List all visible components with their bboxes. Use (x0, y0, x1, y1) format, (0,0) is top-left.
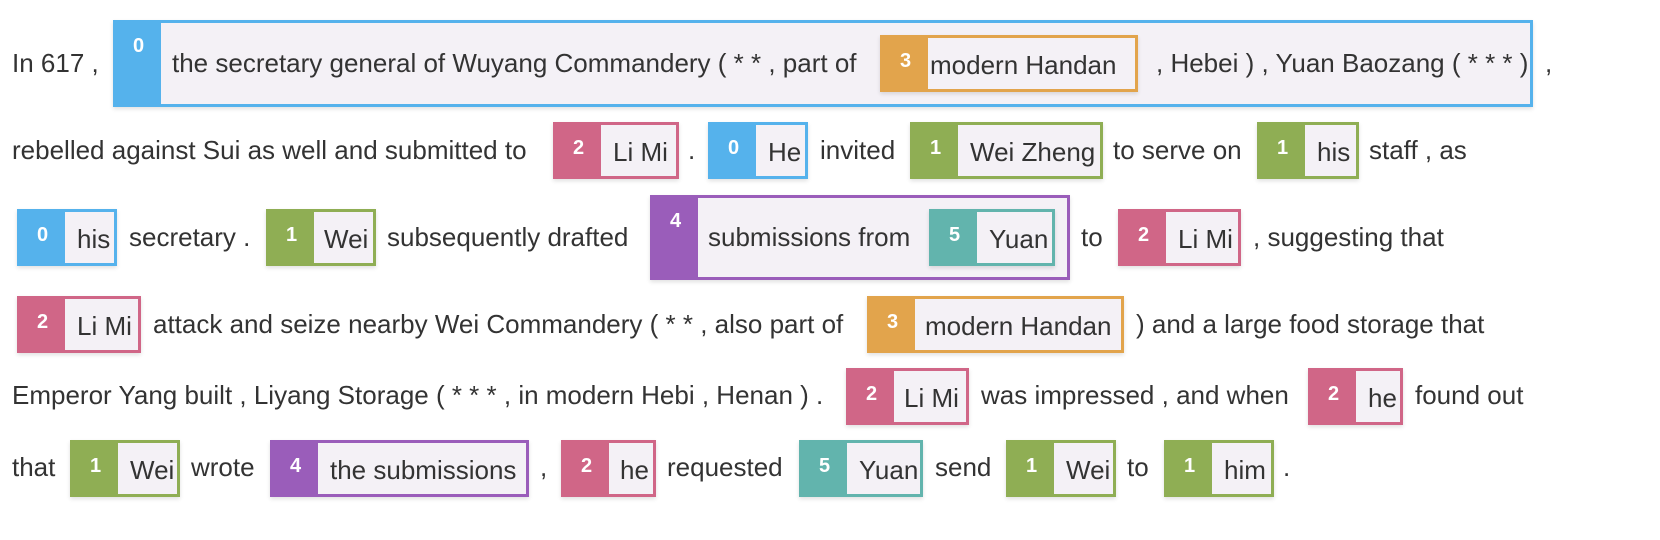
cluster-id-badge: 2 (20, 299, 65, 350)
text-span: Emperor Yang built , Liyang Storage ( * … (12, 380, 824, 410)
mention-cluster-2[interactable]: 2 he (1308, 368, 1403, 425)
text-span: to (1127, 452, 1149, 482)
mention-text: Li Mi (1178, 224, 1233, 254)
cluster-id-badge: 5 (802, 443, 847, 494)
cluster-id-badge: 1 (1167, 443, 1212, 494)
text-span: wrote (191, 452, 255, 482)
mention-cluster-1[interactable]: 1 his (1257, 122, 1359, 179)
mention-cluster-3[interactable]: 3 modern Handan (867, 296, 1124, 353)
cluster-id-badge: 2 (1121, 212, 1166, 263)
cluster-id-badge: 0 (20, 212, 65, 263)
mention-text: Li Mi (613, 137, 668, 167)
text-span: . (1283, 452, 1291, 482)
mention-text: Wei (1066, 455, 1111, 485)
mention-text: He (768, 137, 802, 167)
mention-text: his (77, 224, 111, 254)
text-span: requested (667, 452, 783, 482)
text-span: , (540, 452, 548, 482)
mention-text: Wei (130, 455, 175, 485)
mention-cluster-2[interactable]: 2 Li Mi (846, 368, 969, 425)
cluster-id-badge: 2 (556, 125, 601, 176)
text-span: invited (820, 135, 896, 165)
text-span: subsequently drafted (387, 222, 629, 252)
mention-cluster-4[interactable]: 4 submissions from 5 Yuan (650, 195, 1070, 280)
mention-text: Yuan (989, 224, 1049, 254)
mention-text: he (620, 455, 649, 485)
text-span: send (935, 452, 992, 482)
mention-cluster-5[interactable]: 5 Yuan (929, 209, 1055, 266)
text-span: found out (1415, 380, 1524, 410)
cluster-id-badge: 1 (73, 443, 118, 494)
cluster-id-badge: 3 (870, 299, 915, 350)
cluster-id-badge: 2 (564, 443, 609, 494)
cluster-id-badge: 2 (1311, 371, 1356, 422)
mention-text: modern Handan (925, 311, 1112, 341)
text-span: In 617 , (12, 48, 99, 78)
mention-cluster-1[interactable]: 1 Wei Zheng (910, 122, 1103, 179)
text-span: was impressed , and when (981, 380, 1289, 410)
text-span: submissions from (708, 222, 911, 252)
mention-cluster-0[interactable]: 0 He (708, 122, 808, 179)
text-span: secretary . (129, 222, 251, 252)
cluster-id-badge: 3 (883, 38, 928, 89)
text-span: the secretary general of Wuyang Commande… (172, 48, 857, 78)
mention-text: Yuan (859, 455, 919, 485)
cluster-id-badge: 2 (849, 371, 894, 422)
text-span: to serve on (1113, 135, 1242, 165)
cluster-id-badge: 0 (116, 23, 161, 104)
text-span: attack and seize nearby Wei Commandery (… (153, 309, 844, 339)
text-span: , (1545, 48, 1553, 78)
cluster-id-badge: 4 (653, 198, 698, 277)
text-span: , suggesting that (1253, 222, 1444, 252)
mention-cluster-1[interactable]: 1 Wei (1006, 440, 1116, 497)
cluster-id-badge: 5 (932, 212, 977, 263)
mention-text: him (1224, 455, 1266, 485)
mention-cluster-2[interactable]: 2 he (561, 440, 656, 497)
mention-text: the submissions (330, 455, 517, 485)
text-span: to (1081, 222, 1103, 252)
mention-text: Li Mi (904, 383, 959, 413)
text-span: , Hebei ) , Yuan Baozang ( * * * ) (1156, 48, 1529, 78)
mention-cluster-2[interactable]: 2 Li Mi (1118, 209, 1241, 266)
mention-text: Wei (324, 224, 369, 254)
mention-text: Li Mi (77, 311, 132, 341)
mention-text: Wei Zheng (970, 137, 1096, 167)
mention-cluster-2[interactable]: 2 Li Mi (553, 122, 679, 179)
mention-cluster-2[interactable]: 2 Li Mi (17, 296, 141, 353)
mention-cluster-4[interactable]: 4 the submissions (270, 440, 529, 497)
mention-cluster-5[interactable]: 5 Yuan (799, 440, 923, 497)
mention-cluster-3[interactable]: 3 modern Handan (880, 35, 1138, 92)
mention-cluster-1[interactable]: 1 him (1164, 440, 1274, 497)
mention-cluster-1[interactable]: 1 Wei (70, 440, 180, 497)
mention-text: his (1317, 137, 1351, 167)
cluster-id-badge: 4 (273, 443, 318, 494)
cluster-id-badge: 0 (711, 125, 756, 176)
text-span: that (12, 452, 56, 482)
mention-cluster-0[interactable]: 0 the secretary general of Wuyang Command… (113, 20, 1533, 107)
text-span: staff , as (1369, 135, 1467, 165)
mention-cluster-0[interactable]: 0 his (17, 209, 117, 266)
cluster-id-badge: 1 (1009, 443, 1054, 494)
text-span: ) and a large food storage that (1136, 309, 1485, 339)
mention-text: he (1368, 383, 1397, 413)
mention-text: modern Handan (930, 50, 1117, 80)
cluster-id-badge: 1 (913, 125, 958, 176)
text-span: rebelled against Sui as well and submitt… (12, 135, 527, 165)
text-span: . (688, 135, 696, 165)
cluster-id-badge: 1 (1260, 125, 1305, 176)
cluster-id-badge: 1 (269, 212, 314, 263)
mention-cluster-1[interactable]: 1 Wei (266, 209, 376, 266)
